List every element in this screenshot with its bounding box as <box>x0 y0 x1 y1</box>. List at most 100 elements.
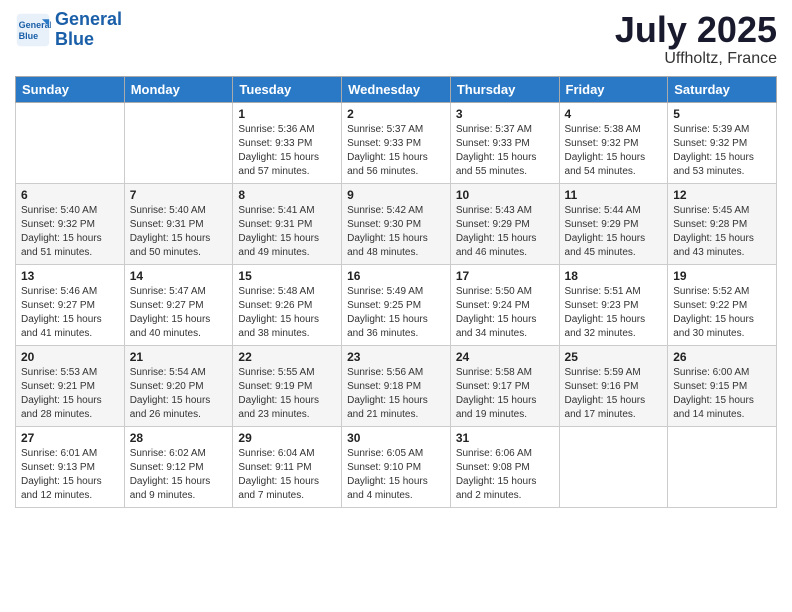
header-monday: Monday <box>124 76 233 102</box>
table-row: 16 Sunrise: 5:49 AMSunset: 9:25 PMDaylig… <box>342 264 451 345</box>
table-row <box>668 426 777 507</box>
table-row: 25 Sunrise: 5:59 AMSunset: 9:16 PMDaylig… <box>559 345 668 426</box>
header-thursday: Thursday <box>450 76 559 102</box>
logo: General Blue GeneralBlue <box>15 10 122 50</box>
table-row <box>124 102 233 183</box>
day-detail: Sunrise: 6:02 AMSunset: 9:12 PMDaylight:… <box>130 447 228 503</box>
day-detail: Sunrise: 5:41 AMSunset: 9:31 PMDaylight:… <box>238 204 336 260</box>
day-detail: Sunrise: 5:55 AMSunset: 9:19 PMDaylight:… <box>238 366 336 422</box>
day-number: 4 <box>565 107 663 121</box>
table-row: 15 Sunrise: 5:48 AMSunset: 9:26 PMDaylig… <box>233 264 342 345</box>
week-row-4: 27 Sunrise: 6:01 AMSunset: 9:13 PMDaylig… <box>16 426 777 507</box>
day-detail: Sunrise: 5:38 AMSunset: 9:32 PMDaylight:… <box>565 123 663 179</box>
day-number: 12 <box>673 188 771 202</box>
logo-text: GeneralBlue <box>55 10 122 50</box>
table-row: 30 Sunrise: 6:05 AMSunset: 9:10 PMDaylig… <box>342 426 451 507</box>
table-row: 10 Sunrise: 5:43 AMSunset: 9:29 PMDaylig… <box>450 183 559 264</box>
day-detail: Sunrise: 5:40 AMSunset: 9:31 PMDaylight:… <box>130 204 228 260</box>
day-number: 26 <box>673 350 771 364</box>
day-number: 8 <box>238 188 336 202</box>
day-number: 15 <box>238 269 336 283</box>
day-number: 22 <box>238 350 336 364</box>
table-row: 22 Sunrise: 5:55 AMSunset: 9:19 PMDaylig… <box>233 345 342 426</box>
title-block: July 2025 Uffholtz, France <box>615 10 777 68</box>
day-number: 24 <box>456 350 554 364</box>
table-row: 3 Sunrise: 5:37 AMSunset: 9:33 PMDayligh… <box>450 102 559 183</box>
table-row: 28 Sunrise: 6:02 AMSunset: 9:12 PMDaylig… <box>124 426 233 507</box>
day-number: 9 <box>347 188 445 202</box>
day-number: 27 <box>21 431 119 445</box>
day-detail: Sunrise: 5:43 AMSunset: 9:29 PMDaylight:… <box>456 204 554 260</box>
table-row: 8 Sunrise: 5:41 AMSunset: 9:31 PMDayligh… <box>233 183 342 264</box>
table-row: 21 Sunrise: 5:54 AMSunset: 9:20 PMDaylig… <box>124 345 233 426</box>
day-number: 30 <box>347 431 445 445</box>
week-row-0: 1 Sunrise: 5:36 AMSunset: 9:33 PMDayligh… <box>16 102 777 183</box>
week-row-2: 13 Sunrise: 5:46 AMSunset: 9:27 PMDaylig… <box>16 264 777 345</box>
day-detail: Sunrise: 5:42 AMSunset: 9:30 PMDaylight:… <box>347 204 445 260</box>
table-row: 20 Sunrise: 5:53 AMSunset: 9:21 PMDaylig… <box>16 345 125 426</box>
day-detail: Sunrise: 5:40 AMSunset: 9:32 PMDaylight:… <box>21 204 119 260</box>
day-number: 25 <box>565 350 663 364</box>
header: General Blue GeneralBlue July 2025 Uffho… <box>15 10 777 68</box>
day-number: 10 <box>456 188 554 202</box>
day-number: 28 <box>130 431 228 445</box>
day-detail: Sunrise: 6:00 AMSunset: 9:15 PMDaylight:… <box>673 366 771 422</box>
page: General Blue GeneralBlue July 2025 Uffho… <box>0 0 792 612</box>
day-number: 19 <box>673 269 771 283</box>
table-row: 26 Sunrise: 6:00 AMSunset: 9:15 PMDaylig… <box>668 345 777 426</box>
table-row: 11 Sunrise: 5:44 AMSunset: 9:29 PMDaylig… <box>559 183 668 264</box>
logo-icon: General Blue <box>15 12 51 48</box>
table-row: 27 Sunrise: 6:01 AMSunset: 9:13 PMDaylig… <box>16 426 125 507</box>
table-row <box>16 102 125 183</box>
day-number: 21 <box>130 350 228 364</box>
day-number: 5 <box>673 107 771 121</box>
table-row: 14 Sunrise: 5:47 AMSunset: 9:27 PMDaylig… <box>124 264 233 345</box>
day-detail: Sunrise: 5:39 AMSunset: 9:32 PMDaylight:… <box>673 123 771 179</box>
table-row: 24 Sunrise: 5:58 AMSunset: 9:17 PMDaylig… <box>450 345 559 426</box>
day-number: 3 <box>456 107 554 121</box>
header-wednesday: Wednesday <box>342 76 451 102</box>
day-number: 17 <box>456 269 554 283</box>
day-detail: Sunrise: 5:58 AMSunset: 9:17 PMDaylight:… <box>456 366 554 422</box>
day-number: 13 <box>21 269 119 283</box>
calendar-table: Sunday Monday Tuesday Wednesday Thursday… <box>15 76 777 508</box>
day-detail: Sunrise: 5:45 AMSunset: 9:28 PMDaylight:… <box>673 204 771 260</box>
day-detail: Sunrise: 5:50 AMSunset: 9:24 PMDaylight:… <box>456 285 554 341</box>
table-row: 29 Sunrise: 6:04 AMSunset: 9:11 PMDaylig… <box>233 426 342 507</box>
day-number: 29 <box>238 431 336 445</box>
table-row: 5 Sunrise: 5:39 AMSunset: 9:32 PMDayligh… <box>668 102 777 183</box>
table-row: 23 Sunrise: 5:56 AMSunset: 9:18 PMDaylig… <box>342 345 451 426</box>
table-row: 18 Sunrise: 5:51 AMSunset: 9:23 PMDaylig… <box>559 264 668 345</box>
day-number: 14 <box>130 269 228 283</box>
day-detail: Sunrise: 6:04 AMSunset: 9:11 PMDaylight:… <box>238 447 336 503</box>
day-number: 2 <box>347 107 445 121</box>
day-detail: Sunrise: 5:36 AMSunset: 9:33 PMDaylight:… <box>238 123 336 179</box>
day-number: 11 <box>565 188 663 202</box>
day-detail: Sunrise: 5:59 AMSunset: 9:16 PMDaylight:… <box>565 366 663 422</box>
day-detail: Sunrise: 5:37 AMSunset: 9:33 PMDaylight:… <box>456 123 554 179</box>
weekday-header-row: Sunday Monday Tuesday Wednesday Thursday… <box>16 76 777 102</box>
day-detail: Sunrise: 5:44 AMSunset: 9:29 PMDaylight:… <box>565 204 663 260</box>
table-row: 19 Sunrise: 5:52 AMSunset: 9:22 PMDaylig… <box>668 264 777 345</box>
table-row: 17 Sunrise: 5:50 AMSunset: 9:24 PMDaylig… <box>450 264 559 345</box>
table-row: 9 Sunrise: 5:42 AMSunset: 9:30 PMDayligh… <box>342 183 451 264</box>
day-detail: Sunrise: 6:06 AMSunset: 9:08 PMDaylight:… <box>456 447 554 503</box>
svg-text:Blue: Blue <box>19 31 39 41</box>
day-number: 31 <box>456 431 554 445</box>
week-row-1: 6 Sunrise: 5:40 AMSunset: 9:32 PMDayligh… <box>16 183 777 264</box>
table-row: 12 Sunrise: 5:45 AMSunset: 9:28 PMDaylig… <box>668 183 777 264</box>
table-row: 4 Sunrise: 5:38 AMSunset: 9:32 PMDayligh… <box>559 102 668 183</box>
week-row-3: 20 Sunrise: 5:53 AMSunset: 9:21 PMDaylig… <box>16 345 777 426</box>
day-detail: Sunrise: 5:49 AMSunset: 9:25 PMDaylight:… <box>347 285 445 341</box>
day-number: 18 <box>565 269 663 283</box>
table-row: 1 Sunrise: 5:36 AMSunset: 9:33 PMDayligh… <box>233 102 342 183</box>
day-number: 7 <box>130 188 228 202</box>
day-number: 6 <box>21 188 119 202</box>
day-number: 20 <box>21 350 119 364</box>
header-saturday: Saturday <box>668 76 777 102</box>
day-detail: Sunrise: 5:52 AMSunset: 9:22 PMDaylight:… <box>673 285 771 341</box>
header-tuesday: Tuesday <box>233 76 342 102</box>
month-title: July 2025 <box>615 10 777 50</box>
day-number: 23 <box>347 350 445 364</box>
table-row: 31 Sunrise: 6:06 AMSunset: 9:08 PMDaylig… <box>450 426 559 507</box>
